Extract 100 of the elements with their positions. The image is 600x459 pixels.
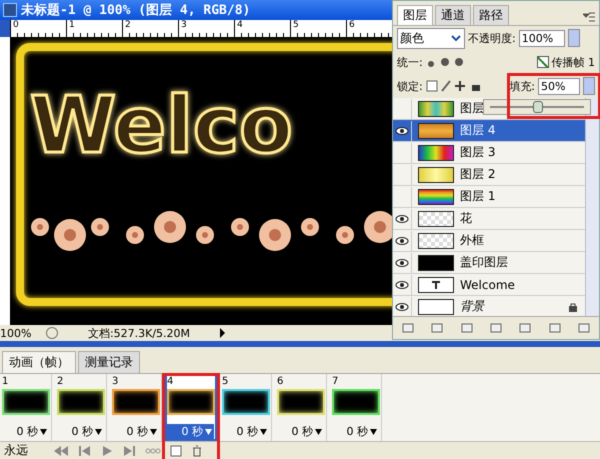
opacity-arrow-button[interactable] — [568, 29, 580, 47]
animation-frame[interactable]: 5 0 秒 — [220, 374, 272, 441]
fill-label: 填充: — [509, 78, 535, 94]
layer-tool-icon[interactable] — [518, 322, 532, 334]
layer-thumbnail — [418, 188, 454, 204]
play-icon[interactable] — [101, 446, 113, 456]
frame-number: 1 — [2, 376, 8, 387]
caret-icon[interactable] — [150, 428, 157, 434]
layer-tool-icon[interactable] — [400, 322, 415, 334]
new-frame-icon[interactable] — [170, 444, 182, 456]
opacity-field[interactable]: 100% — [518, 30, 565, 46]
panel-tab[interactable]: 图层 — [397, 5, 433, 25]
zoom-field[interactable]: 100% — [0, 326, 40, 340]
propagate-checkbox[interactable] — [536, 56, 548, 68]
panel-tab[interactable]: 测量记录 — [78, 351, 140, 373]
caret-icon[interactable] — [370, 428, 377, 434]
opacity-label: 不透明度: — [468, 30, 516, 46]
blend-mode-select[interactable]: 颜色 — [397, 28, 465, 48]
lock-label: 锁定: — [397, 78, 423, 94]
navigator-icon[interactable] — [46, 327, 58, 339]
layer-thumbnail — [418, 166, 454, 182]
previous-frame-icon[interactable] — [78, 446, 92, 456]
panel-tab[interactable]: 动画（帧） — [2, 351, 76, 373]
layer-thumbnail — [418, 100, 454, 116]
first-frame-icon[interactable] — [53, 446, 69, 456]
layer-name: 图层 2 — [460, 166, 496, 183]
panel-tab[interactable]: 通道 — [435, 5, 471, 25]
lock-icons[interactable] — [426, 80, 482, 92]
frame-delay[interactable]: 0 秒 — [126, 424, 148, 439]
frame-number: 7 — [332, 376, 338, 387]
frame-number: 4 — [167, 376, 174, 387]
layer-row[interactable]: 图层 3 — [393, 142, 585, 164]
layer-thumbnail — [418, 210, 454, 226]
play-triangle-icon[interactable] — [220, 328, 225, 338]
layer-name: 背景 — [460, 298, 484, 315]
eye-icon[interactable] — [395, 280, 409, 288]
layer-row[interactable]: 盖印图层 — [393, 252, 585, 274]
layer-name: 图层 4 — [460, 122, 496, 139]
frame-number: 6 — [277, 376, 284, 387]
layer-thumbnail — [418, 232, 454, 248]
layer-row[interactable]: 外框 — [393, 230, 585, 252]
frame-number: 2 — [57, 376, 64, 387]
fill-field[interactable]: 50% — [538, 78, 580, 94]
layer-name: 盖印图层 — [460, 254, 508, 271]
loop-select[interactable]: 永远 — [4, 442, 44, 459]
caret-icon[interactable] — [260, 428, 267, 434]
frame-number: 5 — [222, 376, 228, 387]
menu-icon[interactable] — [583, 12, 595, 22]
eye-icon[interactable] — [395, 258, 409, 266]
layer-name: Welcome — [460, 278, 515, 292]
frame-delay[interactable]: 0 秒 — [346, 424, 368, 439]
layer-row[interactable]: 图层 1 — [393, 186, 585, 208]
scrollbar[interactable] — [585, 98, 599, 316]
canvas-text: Welco — [30, 81, 293, 171]
layer-name: 图层 — [460, 100, 484, 117]
eye-icon[interactable] — [395, 214, 409, 222]
eye-icon[interactable] — [395, 236, 409, 244]
unify-label: 统一: — [397, 54, 423, 70]
layer-tool-icon[interactable] — [488, 322, 503, 334]
layer-tool-icon[interactable] — [577, 322, 592, 334]
caret-icon[interactable] — [40, 428, 47, 434]
animation-frame[interactable]: 2 0 秒 — [55, 374, 107, 441]
layer-row[interactable]: 图层 2 — [393, 164, 585, 186]
animation-frame[interactable]: 3 0 秒 — [110, 374, 162, 441]
eye-icon[interactable] — [395, 126, 409, 134]
caret-icon[interactable] — [95, 428, 102, 434]
slider-thumb[interactable] — [533, 101, 543, 113]
layer-name: 图层 1 — [460, 188, 496, 205]
window-title: 未标题-1 @ 100% (图层 4, RGB/8) — [21, 2, 250, 19]
animation-frame[interactable]: 1 0 秒 — [0, 374, 52, 441]
layer-row[interactable]: 图层 4 — [393, 120, 585, 142]
layer-tool-icon[interactable] — [430, 322, 444, 334]
panel-tab[interactable]: 路径 — [473, 5, 509, 25]
frame-delay[interactable]: 0 秒 — [292, 424, 313, 439]
layer-thumbnail — [418, 276, 454, 292]
layer-thumbnail — [418, 144, 454, 160]
propagate-label: 传播帧 1 — [552, 54, 595, 70]
caret-icon[interactable] — [315, 428, 322, 434]
layer-row[interactable]: Welcome — [393, 274, 585, 296]
trash-icon[interactable] — [191, 444, 203, 456]
frame-delay[interactable]: 0 秒 — [236, 424, 258, 439]
animation-frame[interactable]: 4 0 秒 — [165, 374, 217, 441]
layer-tool-icon[interactable] — [460, 322, 474, 334]
layer-thumbnail — [418, 298, 454, 314]
eye-icon[interactable] — [395, 302, 409, 310]
layer-name: 外框 — [460, 232, 484, 249]
layer-row[interactable]: 花 — [393, 208, 585, 230]
next-frame-icon[interactable] — [122, 446, 136, 456]
frame-delay[interactable]: 0 秒 — [16, 424, 38, 439]
animation-frame[interactable]: 7 0 秒 — [330, 374, 382, 441]
layer-name: 花 — [460, 210, 472, 227]
animation-frame[interactable]: 6 0 秒 — [275, 374, 327, 441]
layer-tool-icon[interactable] — [548, 322, 562, 334]
layer-thumbnail — [418, 254, 454, 270]
frame-number: 3 — [112, 376, 118, 387]
layer-name: 图层 3 — [460, 144, 496, 161]
app-icon — [3, 3, 17, 17]
frame-delay[interactable]: 0 秒 — [72, 424, 93, 439]
layer-row[interactable]: 背景 — [393, 296, 585, 316]
document-info: 文档:527.3K/5.20M — [86, 326, 192, 340]
